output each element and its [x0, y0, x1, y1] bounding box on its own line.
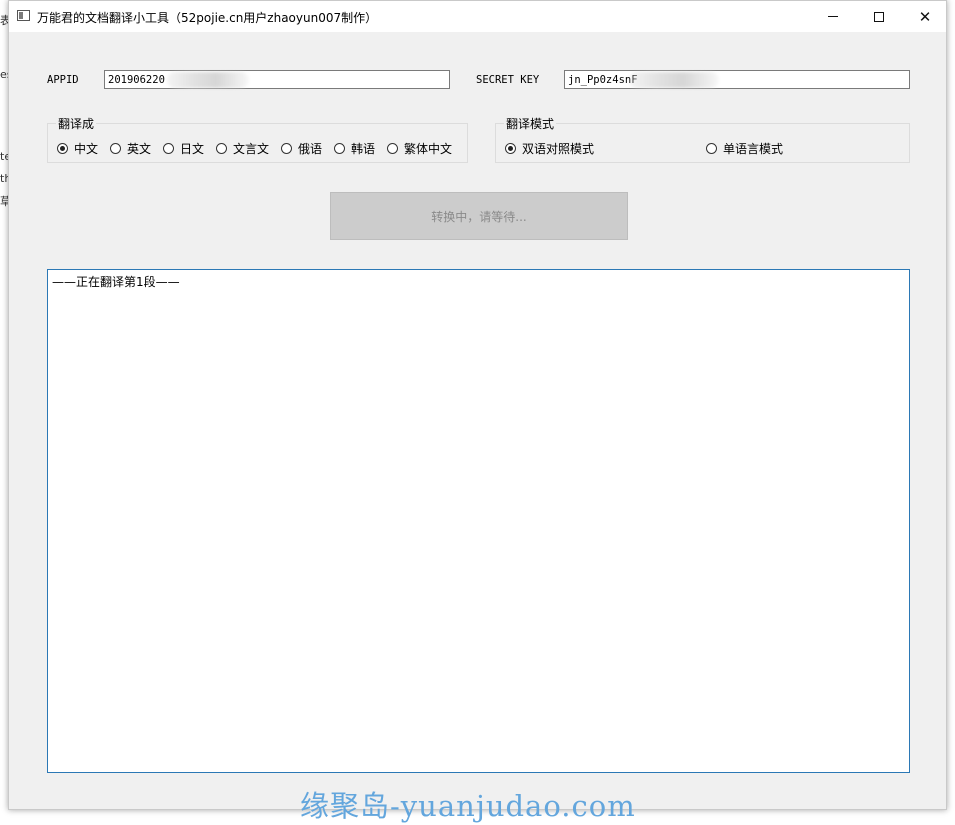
maximize-icon: [874, 11, 884, 22]
app-icon: [17, 10, 30, 21]
radio-korean[interactable]: 韩语: [334, 140, 375, 157]
radio-japanese[interactable]: 日文: [163, 140, 204, 157]
radio-icon: [281, 143, 292, 154]
app-window: 万能君的文档翻译小工具（52pojie.cn用户zhaoyun007制作） ✕ …: [8, 0, 947, 810]
radio-label: 单语言模式: [723, 142, 784, 156]
close-icon: ✕: [918, 7, 932, 26]
translation-mode-title: 翻译模式: [504, 115, 557, 132]
radio-classical-chinese[interactable]: 文言文: [216, 140, 269, 157]
secret-key-label: SECRET KEY: [476, 74, 540, 86]
target-language-group: 翻译成 中文 英文 日文 文言文 俄语 韩语 繁体中文: [47, 115, 468, 163]
radio-label: 俄语: [298, 142, 323, 156]
radio-icon: [334, 143, 345, 154]
radio-label: 繁体中文: [404, 142, 453, 156]
radio-bilingual-mode[interactable]: 双语对照模式: [505, 140, 594, 157]
radio-icon: [110, 143, 121, 154]
close-button[interactable]: ✕: [902, 1, 948, 32]
radio-russian[interactable]: 俄语: [281, 140, 322, 157]
radio-icon: [706, 143, 717, 154]
radio-label: 英文: [127, 142, 152, 156]
radio-traditional-chinese[interactable]: 繁体中文: [387, 140, 452, 157]
radio-english[interactable]: 英文: [110, 140, 151, 157]
secret-key-input[interactable]: jn_Pp0z4snF: [564, 70, 910, 89]
radio-monolingual-mode[interactable]: 单语言模式: [706, 140, 783, 157]
secret-key-value: jn_Pp0z4snF: [568, 74, 638, 86]
minimize-button[interactable]: [810, 1, 856, 32]
radio-label: 文言文: [233, 142, 270, 156]
appid-label: APPID: [47, 74, 79, 86]
target-language-title: 翻译成: [56, 115, 97, 132]
convert-button[interactable]: 转换中，请等待...: [330, 192, 628, 240]
radio-selected-icon: [505, 143, 516, 154]
window-title: 万能君的文档翻译小工具（52pojie.cn用户zhaoyun007制作）: [37, 11, 378, 25]
radio-icon: [216, 143, 227, 154]
redaction-blur: [167, 72, 249, 88]
appid-input[interactable]: 201906220: [104, 70, 450, 89]
maximize-button[interactable]: [856, 1, 902, 32]
convert-button-label: 转换中，请等待...: [431, 209, 527, 224]
title-bar[interactable]: 万能君的文档翻译小工具（52pojie.cn用户zhaoyun007制作） ✕: [9, 1, 946, 32]
radio-label: 韩语: [351, 142, 376, 156]
radio-label: 日文: [180, 142, 205, 156]
radio-icon: [163, 143, 174, 154]
translation-mode-group: 翻译模式 双语对照模式 单语言模式: [495, 115, 910, 163]
radio-label: 双语对照模式: [522, 142, 595, 156]
minimize-icon: [828, 16, 838, 17]
output-textarea[interactable]: ——正在翻译第1段——: [47, 269, 910, 773]
radio-icon: [387, 143, 398, 154]
radio-selected-icon: [57, 143, 68, 154]
output-text: ——正在翻译第1段——: [52, 275, 180, 289]
radio-chinese[interactable]: 中文: [57, 140, 98, 157]
redaction-blur: [629, 72, 719, 88]
appid-value: 201906220: [108, 74, 165, 86]
radio-label: 中文: [74, 142, 99, 156]
watermark: 缘聚岛-yuanjudao.com: [300, 789, 636, 823]
